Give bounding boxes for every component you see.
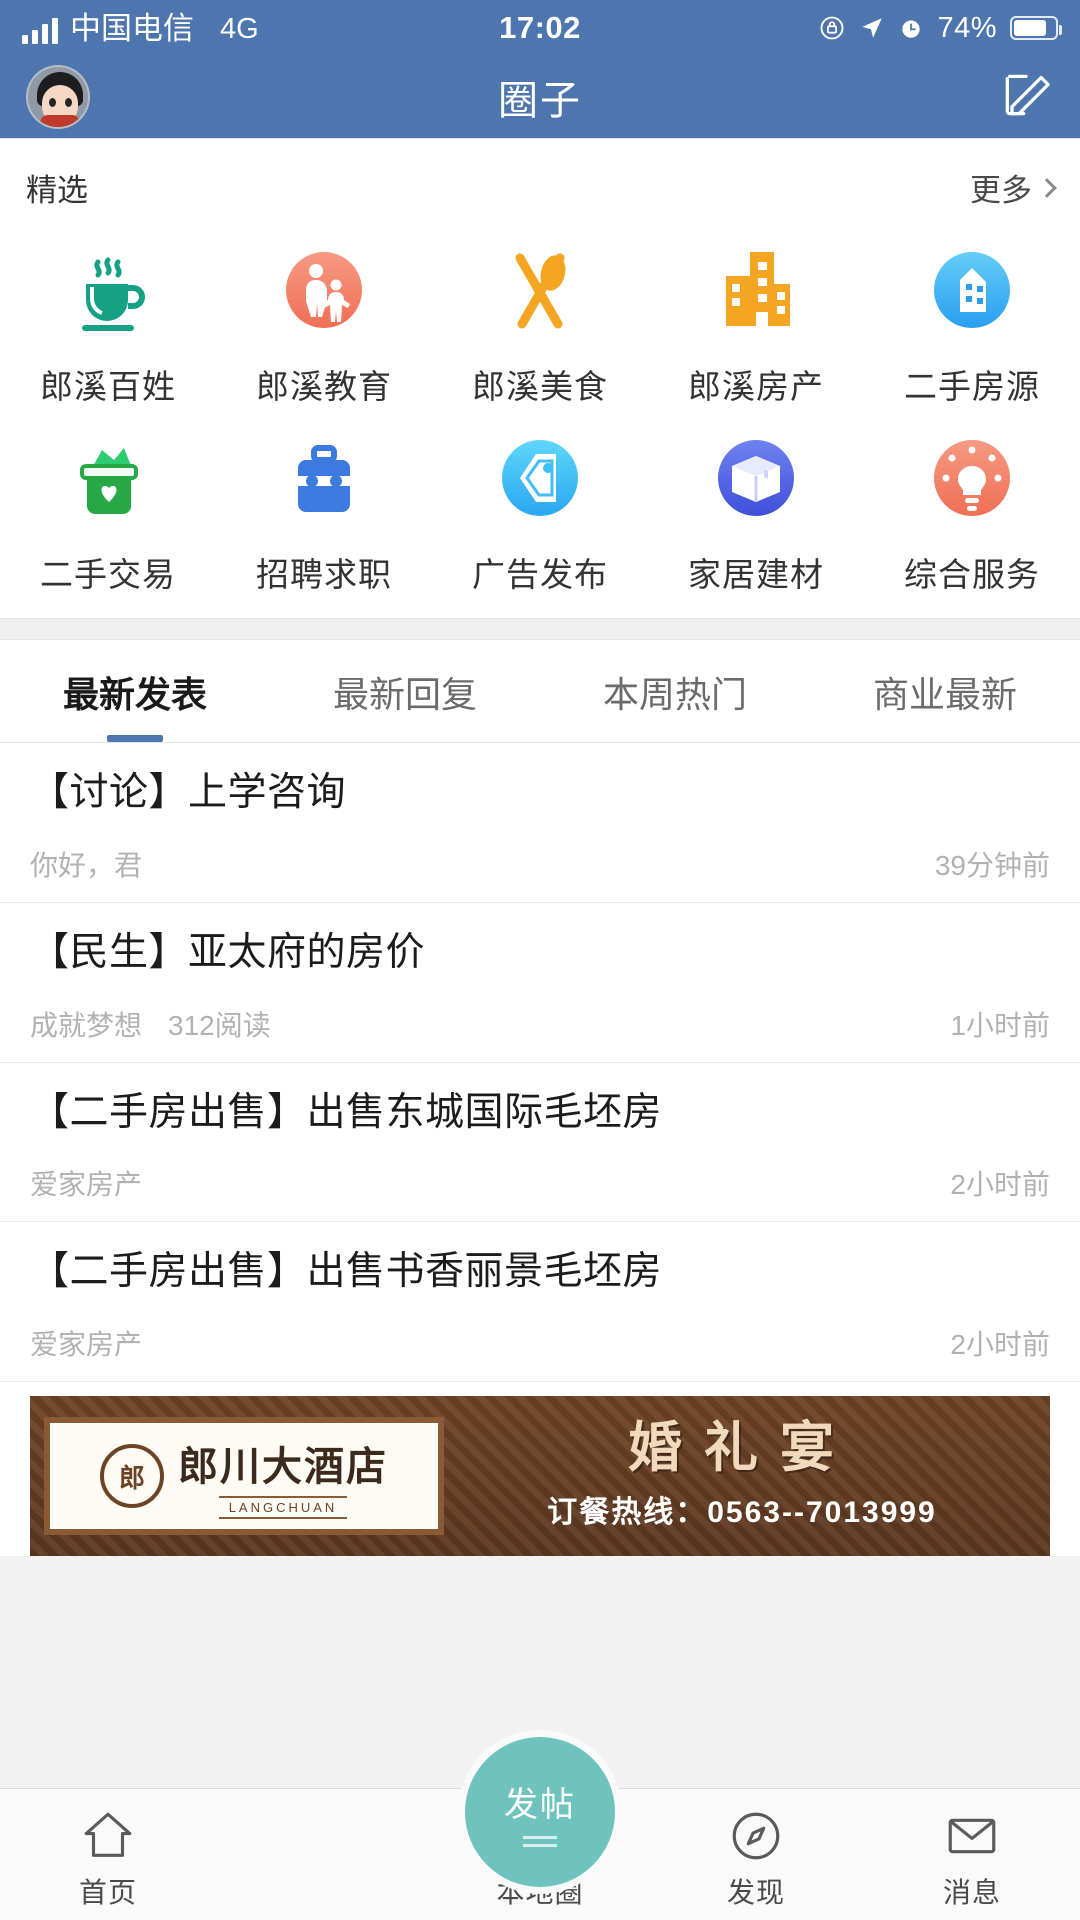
package-box-icon	[700, 422, 812, 534]
post-author: 爱家房产	[30, 1329, 143, 1360]
featured-title: 精选	[26, 173, 88, 208]
buildings-icon	[700, 234, 812, 346]
advertisement-banner[interactable]: 郎 郎川大酒店 LANGCHUAN 婚礼宴 订餐热线：0563--7013999	[30, 1396, 1050, 1556]
post-reads: 312阅读	[168, 1009, 271, 1041]
banner-headline: 婚礼宴	[628, 1418, 856, 1478]
rotation-lock-icon	[818, 14, 846, 42]
app-screen: 中国电信 4G 17:02 74% 圈子 精选 更多 郎溪百姓 郎溪教育 郎溪美…	[0, 0, 1080, 1920]
top-navigation-bar: 圈子	[0, 56, 1080, 138]
house-circle-icon	[916, 234, 1028, 346]
banner-message: 婚礼宴 订餐热线：0563--7013999	[444, 1421, 1050, 1531]
tab-latest-replies[interactable]: 最新回复	[270, 640, 540, 742]
post-list-item[interactable]: 【民生】亚太府的房价 成就梦想 312阅读 1小时前	[0, 903, 1080, 1063]
category-label: 郎溪百姓	[40, 368, 176, 405]
featured-header: 精选 更多	[0, 139, 1080, 216]
category-label: 招聘求职	[256, 556, 392, 593]
brand-seal-icon: 郎	[100, 1444, 164, 1508]
banner-brand-pinyin: LANGCHUAN	[218, 1495, 348, 1519]
category-label: 二手房源	[904, 368, 1040, 405]
tab-latest-posts[interactable]: 最新发表	[0, 640, 270, 742]
briefcase-icon	[268, 422, 380, 534]
chevron-right-icon	[1037, 177, 1057, 198]
post-list-item[interactable]: 【讨论】上学咨询 你好，君 39分钟前	[0, 743, 1080, 903]
category-item-ershou-fangyuan[interactable]: 二手房源	[864, 234, 1080, 408]
post-time: 2小时前	[950, 1329, 1050, 1360]
compass-icon	[727, 1805, 785, 1867]
price-tag-icon	[484, 422, 596, 534]
post-filter-tabs: 最新发表 最新回复 本周热门 商业最新	[0, 640, 1080, 742]
bottom-nav-item-messages[interactable]: 消息	[864, 1789, 1080, 1911]
category-label: 广告发布	[472, 556, 608, 593]
post-meta: 爱家房产 2小时前	[30, 1323, 1050, 1363]
bottom-nav-item-discover[interactable]: 发现	[648, 1789, 864, 1911]
post-author: 你好，君	[30, 849, 143, 881]
category-item-langxi-baixing[interactable]: 郎溪百姓	[0, 234, 216, 408]
post-list: 【讨论】上学咨询 你好，君 39分钟前 【民生】亚太府的房价 成就梦想 312阅…	[0, 743, 1080, 1382]
coffee-cup-icon	[52, 234, 164, 346]
post-icon	[523, 1836, 557, 1847]
category-item-guanggao-fabu[interactable]: 广告发布	[432, 422, 648, 596]
post-author: 成就梦想	[30, 1009, 143, 1041]
compose-icon[interactable]	[998, 67, 1054, 128]
category-item-jiaju-jiancai[interactable]: 家居建材	[648, 422, 864, 596]
category-grid: 郎溪百姓 郎溪教育 郎溪美食 郎溪房产 二手房源 二手交易 招聘求职 广告发布 …	[0, 216, 1080, 618]
category-item-ershou-jiaoyi[interactable]: 二手交易	[0, 422, 216, 596]
post-time: 2小时前	[950, 1169, 1050, 1201]
bottom-nav-label: 首页	[78, 1877, 137, 1908]
bottom-nav-item-home[interactable]: 首页	[0, 1789, 216, 1911]
post-time: 1小时前	[950, 1009, 1050, 1041]
bottom-nav-label: 消息	[942, 1877, 1001, 1908]
fork-spoon-icon	[484, 234, 596, 346]
featured-more-button[interactable]: 更多	[970, 165, 1057, 210]
category-label: 郎溪教育	[256, 368, 392, 405]
status-bar: 中国电信 4G 17:02 74%	[0, 0, 1080, 56]
battery-percent-label: 74%	[937, 11, 997, 44]
category-label: 郎溪房产	[688, 368, 824, 405]
category-item-langxi-jiaoyu[interactable]: 郎溪教育	[216, 234, 432, 408]
post-list-item[interactable]: 【二手房出售】出售书香丽景毛坯房 爱家房产 2小时前	[0, 1222, 1080, 1382]
post-list-item[interactable]: 【二手房出售】出售东城国际毛坯房 爱家房产 2小时前	[0, 1063, 1080, 1223]
post-author: 爱家房产	[30, 1169, 143, 1201]
post-title: 【二手房出售】出售东城国际毛坯房	[30, 1090, 663, 1134]
home-icon	[79, 1805, 137, 1867]
banner-brand-card: 郎 郎川大酒店 LANGCHUAN	[44, 1417, 444, 1535]
brand-seal-text: 郎	[118, 1463, 145, 1493]
category-label: 郎溪美食	[472, 368, 608, 405]
featured-more-label: 更多	[970, 173, 1032, 208]
tab-business-latest[interactable]: 商业最新	[810, 640, 1080, 742]
parent-child-icon	[268, 234, 380, 346]
bottom-navigation-bar: 首页 本地圈 发现 消息 发帖	[0, 1737, 1080, 1920]
category-item-zonghe-fuwu[interactable]: 综合服务	[864, 422, 1080, 596]
post-title: 【民生】亚太府的房价	[30, 930, 426, 974]
post-meta: 你好，君 39分钟前	[30, 844, 1050, 884]
advertisement-banner-wrapper: 郎 郎川大酒店 LANGCHUAN 婚礼宴 订餐热线：0563--7013999	[0, 1382, 1080, 1556]
category-item-langxi-meishi[interactable]: 郎溪美食	[432, 234, 648, 408]
status-bar-right: 74%	[818, 11, 1062, 45]
tab-weekly-hot[interactable]: 本周热门	[540, 640, 810, 742]
post-title: 【讨论】上学咨询	[30, 771, 347, 814]
battery-icon	[1010, 16, 1062, 40]
category-item-zhaopin-qiuzhi[interactable]: 招聘求职	[216, 422, 432, 596]
lightbulb-icon	[916, 422, 1028, 534]
post-button-label: 发帖	[504, 1786, 576, 1824]
post-time: 39分钟前	[934, 849, 1050, 881]
banner-phone-line: 订餐热线：0563--7013999	[547, 1496, 937, 1529]
post-button[interactable]: 发帖	[465, 1737, 615, 1887]
money-box-icon	[52, 422, 164, 534]
category-label: 家居建材	[688, 556, 824, 593]
category-label: 综合服务	[904, 556, 1040, 593]
post-meta: 爱家房产 2小时前	[30, 1163, 1050, 1203]
bottom-nav-label: 发现	[726, 1877, 785, 1908]
post-meta: 成就梦想 312阅读 1小时前	[30, 1004, 1050, 1044]
banner-brand-name: 郎川大酒店	[178, 1443, 388, 1489]
alarm-clock-icon	[898, 15, 924, 41]
page-title: 圈子	[498, 79, 582, 123]
category-label: 二手交易	[40, 556, 176, 593]
envelope-icon	[943, 1805, 1001, 1867]
post-title: 【二手房出售】出售书香丽景毛坯房	[30, 1250, 663, 1294]
featured-panel: 精选 更多 郎溪百姓 郎溪教育 郎溪美食 郎溪房产 二手房源 二手交易 招聘求职…	[0, 138, 1080, 618]
category-item-langxi-fangchan[interactable]: 郎溪房产	[648, 234, 864, 408]
section-divider	[0, 618, 1080, 640]
location-arrow-icon	[859, 15, 885, 41]
